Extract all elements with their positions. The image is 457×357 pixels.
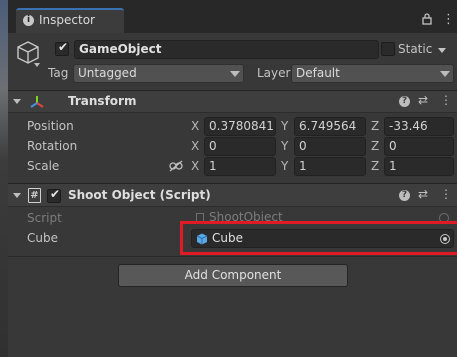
scene-view-edge <box>0 0 8 357</box>
help-icon[interactable]: ? <box>399 190 410 201</box>
separator-line <box>8 256 457 257</box>
prefab-cube-icon <box>196 233 208 245</box>
rotation-x-field[interactable]: 0 <box>204 137 276 156</box>
script-label: Script <box>27 211 62 225</box>
position-z-field[interactable]: -33.46 <box>384 117 454 136</box>
scale-y-field[interactable]: 1 <box>294 157 366 176</box>
presets-icon[interactable]: ⇄ <box>418 93 428 107</box>
rotation-z-field[interactable]: 0 <box>384 137 454 156</box>
foldout-arrow-icon[interactable] <box>13 193 21 198</box>
scale-x-field[interactable]: 1 <box>204 157 276 176</box>
scale-z-field[interactable]: 1 <box>384 157 454 176</box>
position-y-field[interactable]: 6.749564 <box>294 117 366 136</box>
shoot-object-title: Shoot Object (Script) <box>68 188 211 202</box>
object-picker-icon[interactable] <box>440 234 450 244</box>
position-z-value: -33.46 <box>389 119 428 133</box>
help-icon[interactable]: ? <box>399 96 410 107</box>
component-menu-icon[interactable]: ⋮ <box>440 93 452 107</box>
scale-x-value: 1 <box>209 159 217 173</box>
check-icon: ✔ <box>50 187 61 201</box>
rotation-z-value: 0 <box>389 139 397 153</box>
inspector-panel: ✔ GameObject Static Tag Untagged Layer D… <box>8 33 457 357</box>
rotation-label: Rotation <box>27 139 78 153</box>
transform-axes-icon <box>30 96 44 108</box>
csharp-script-icon: # <box>28 188 41 203</box>
scale-label: Scale <box>27 159 60 173</box>
scale-x-label[interactable]: X <box>191 159 199 173</box>
position-x-value: 0.3780841 <box>209 119 274 133</box>
add-component-button[interactable]: Add Component <box>118 264 348 287</box>
static-label: Static <box>398 42 433 56</box>
static-checkbox[interactable] <box>381 42 395 56</box>
check-icon: ✔ <box>58 40 69 54</box>
scale-y-value: 1 <box>299 159 307 173</box>
gameobject-name: GameObject <box>79 42 162 56</box>
chevron-down-icon <box>440 71 450 77</box>
add-component-label: Add Component <box>184 268 282 282</box>
rotation-y-field[interactable]: 0 <box>294 137 366 156</box>
scale-y-label[interactable]: Y <box>281 159 288 173</box>
active-checkbox[interactable]: ✔ <box>55 40 69 56</box>
tab-bar: i Inspector ⋮ <box>8 0 457 34</box>
chevron-down-icon <box>230 71 240 77</box>
cube-label: Cube <box>27 231 58 245</box>
tag-label: Tag <box>48 66 69 80</box>
layer-label: Layer <box>257 66 291 80</box>
shoot-object-header[interactable]: # ✔ Shoot Object (Script) ? ⇄ ⋮ <box>8 183 457 207</box>
position-y-label[interactable]: Y <box>281 119 288 133</box>
script-enabled-checkbox[interactable]: ✔ <box>47 187 61 203</box>
transform-title: Transform <box>68 94 137 108</box>
tag-value: Untagged <box>78 66 137 80</box>
position-label: Position <box>27 119 74 133</box>
layer-value: Default <box>296 66 340 80</box>
component-menu-icon[interactable]: ⋮ <box>440 187 452 201</box>
rotation-x-label[interactable]: X <box>191 139 199 153</box>
cube-object-field[interactable]: Cube <box>191 229 454 248</box>
rotation-y-value: 0 <box>299 139 307 153</box>
tab-inspector[interactable]: i Inspector <box>16 8 124 34</box>
rotation-y-label[interactable]: Y <box>281 139 288 153</box>
constrain-proportions-icon[interactable] <box>169 160 183 172</box>
scale-z-label[interactable]: Z <box>371 159 379 173</box>
tag-dropdown[interactable]: Untagged <box>73 64 244 83</box>
layer-dropdown[interactable]: Default <box>291 64 454 83</box>
position-z-label[interactable]: Z <box>371 119 379 133</box>
icon-dropdown-arrow[interactable] <box>34 63 40 67</box>
info-icon: i <box>23 15 34 26</box>
rotation-x-value: 0 <box>209 139 217 153</box>
foldout-arrow-icon[interactable] <box>13 99 21 104</box>
tab-title: Inspector <box>39 13 95 27</box>
static-dropdown-arrow[interactable] <box>438 48 446 53</box>
position-y-value: 6.749564 <box>299 119 357 133</box>
position-x-label[interactable]: X <box>191 119 199 133</box>
transform-header[interactable]: Transform ? ⇄ ⋮ <box>8 90 457 113</box>
rotation-z-label[interactable]: Z <box>371 139 379 153</box>
lock-icon[interactable] <box>422 13 432 25</box>
gameobject-name-field[interactable]: GameObject <box>74 40 379 59</box>
presets-icon[interactable]: ⇄ <box>418 187 428 201</box>
position-x-field[interactable]: 0.3780841 <box>204 117 276 136</box>
kebab-menu-icon[interactable]: ⋮ <box>442 12 455 27</box>
cube-value: Cube <box>212 231 243 245</box>
scale-z-value: 1 <box>389 159 397 173</box>
